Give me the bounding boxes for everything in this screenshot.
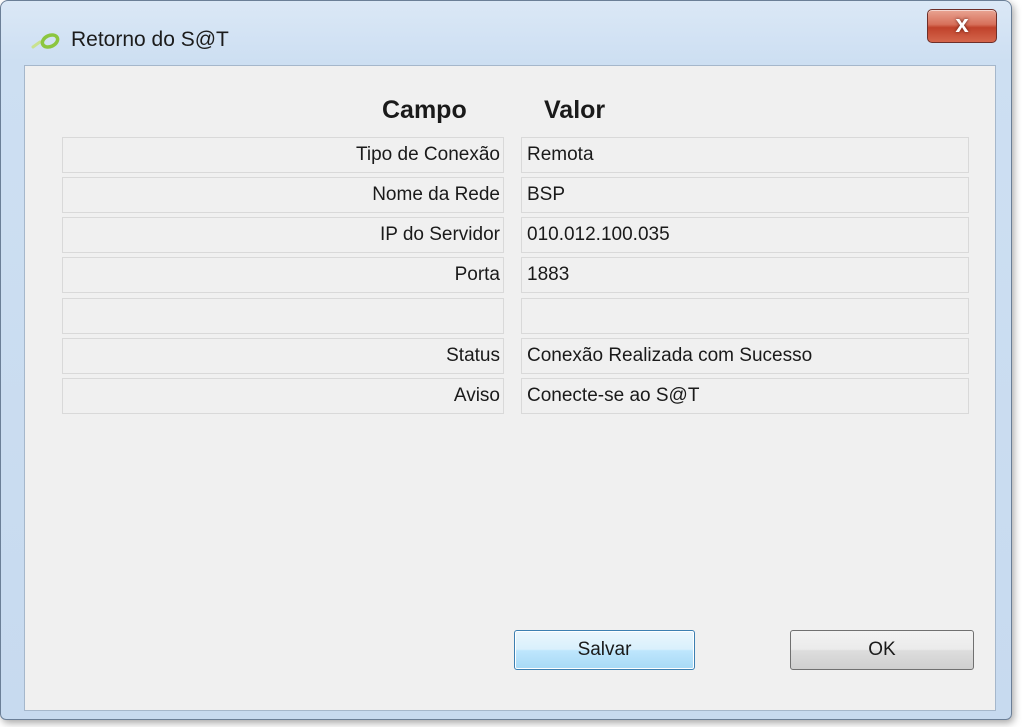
field-value-empty: [521, 298, 969, 334]
field-value-porta: 1883: [521, 257, 969, 293]
field-label-porta: Porta: [62, 257, 504, 293]
field-label-aviso: Aviso: [62, 378, 504, 414]
save-button[interactable]: Salvar: [514, 630, 695, 670]
field-label-empty: [62, 298, 504, 334]
dialog-content: Campo Valor Tipo de Conexão Remota Nome …: [24, 65, 996, 711]
field-label-tipo-conexao: Tipo de Conexão: [62, 137, 504, 173]
title-bar[interactable]: Retorno do S@T x: [1, 1, 1011, 65]
field-label-status: Status: [62, 338, 504, 374]
close-button[interactable]: x: [927, 9, 997, 43]
column-header-campo: Campo: [382, 96, 467, 124]
dialog-window: Retorno do S@T x Campo Valor Tipo de Con…: [0, 0, 1012, 720]
window-title: Retorno do S@T: [71, 28, 229, 51]
field-value-status: Conexão Realizada com Sucesso: [521, 338, 969, 374]
field-value-nome-rede: BSP: [521, 177, 969, 213]
close-icon: x: [955, 11, 969, 38]
ok-button[interactable]: OK: [790, 630, 974, 670]
field-value-aviso: Conecte-se ao S@T: [521, 378, 969, 414]
field-label-ip-servidor: IP do Servidor: [62, 217, 504, 253]
field-value-tipo-conexao: Remota: [521, 137, 969, 173]
field-value-ip-servidor: 010.012.100.035: [521, 217, 969, 253]
column-header-valor: Valor: [544, 96, 606, 124]
sat-logo-icon: [31, 33, 60, 49]
field-label-nome-rede: Nome da Rede: [62, 177, 504, 213]
